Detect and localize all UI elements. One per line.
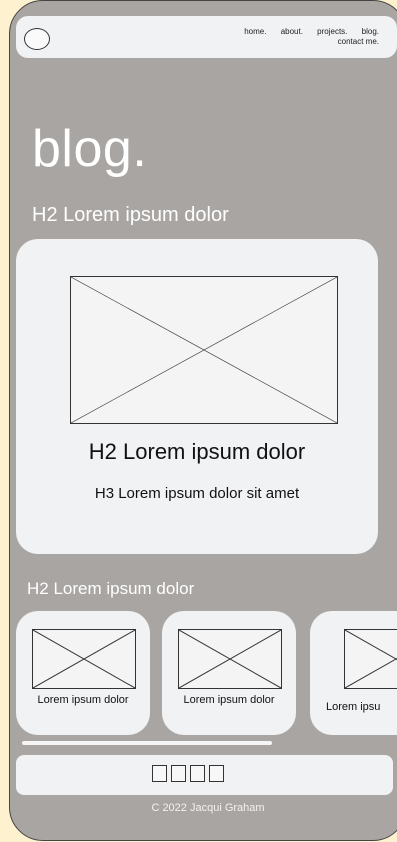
top-navbar: home. about. projects. blog. contact me. bbox=[16, 16, 397, 58]
phone-frame: home. about. projects. blog. contact me.… bbox=[9, 0, 397, 841]
footer-bar bbox=[16, 755, 393, 795]
social-icon[interactable] bbox=[171, 765, 186, 782]
nav-link-blog[interactable]: blog. bbox=[362, 27, 379, 36]
copyright-text: C 2022 Jacqui Graham bbox=[151, 802, 265, 814]
image-placeholder-icon bbox=[70, 276, 338, 424]
post-card-label: Lorem ipsu bbox=[326, 701, 381, 713]
nav-links: home. about. projects. blog. contact me. bbox=[179, 27, 379, 47]
featured-post-subtitle: H3 Lorem ipsum dolor sit amet bbox=[94, 485, 300, 502]
social-icon[interactable] bbox=[209, 765, 224, 782]
post-card[interactable]: Lorem ipsum dolor bbox=[162, 611, 296, 735]
image-placeholder-icon bbox=[344, 629, 397, 689]
image-placeholder-icon bbox=[178, 629, 282, 689]
nav-link-about[interactable]: about. bbox=[281, 27, 303, 36]
featured-post-title: H2 Lorem ipsum dolor bbox=[88, 439, 306, 464]
section-heading-top: H2 Lorem ipsum dolor bbox=[32, 204, 229, 226]
image-placeholder-icon bbox=[32, 629, 136, 689]
horizontal-scrollbar[interactable] bbox=[22, 741, 272, 745]
social-icons bbox=[152, 765, 224, 782]
post-card-label: Lorem ipsum dolor bbox=[183, 694, 275, 706]
featured-post-card[interactable]: H2 Lorem ipsum dolor H3 Lorem ipsum dolo… bbox=[16, 239, 378, 554]
post-card[interactable]: Lorem ipsu bbox=[310, 611, 397, 735]
post-card[interactable]: Lorem ipsum dolor bbox=[16, 611, 150, 735]
page-title: blog. bbox=[32, 120, 148, 178]
section-heading-mid: H2 Lorem ipsum dolor bbox=[27, 579, 195, 598]
logo-icon[interactable] bbox=[24, 28, 50, 50]
nav-link-projects[interactable]: projects. bbox=[317, 27, 347, 36]
post-card-label: Lorem ipsum dolor bbox=[37, 694, 129, 706]
social-icon[interactable] bbox=[152, 765, 167, 782]
nav-link-home[interactable]: home. bbox=[244, 27, 266, 36]
social-icon[interactable] bbox=[190, 765, 205, 782]
nav-link-contact[interactable]: contact me. bbox=[338, 37, 379, 46]
